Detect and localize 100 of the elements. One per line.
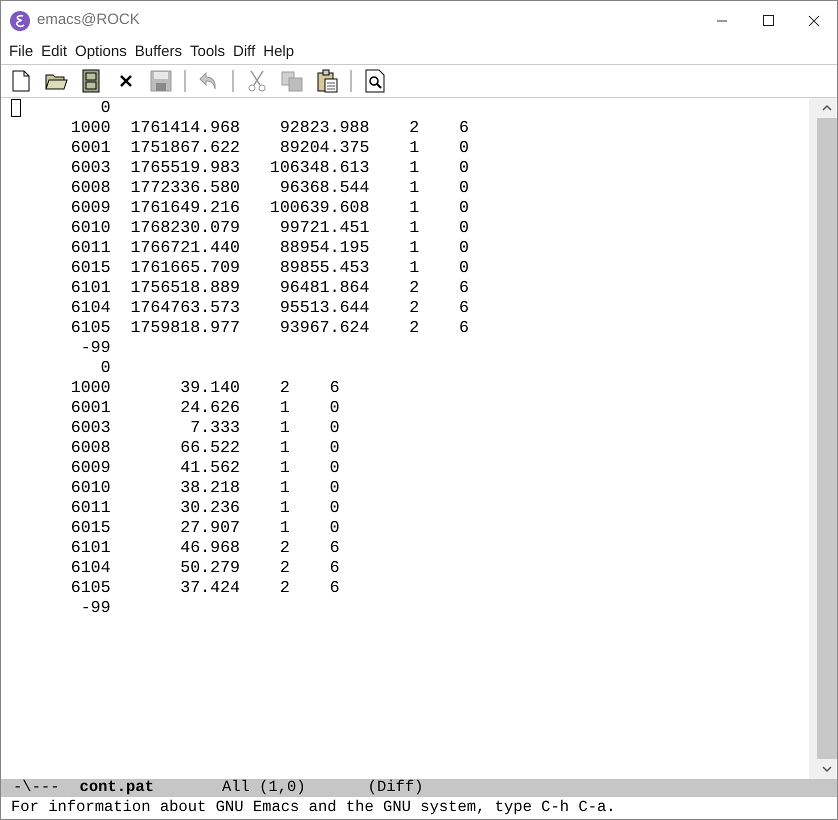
data-value: 41.562 [180, 458, 240, 478]
data-value: 2 [409, 118, 420, 138]
data-value: 89204.375 [280, 138, 370, 158]
echo-area-message: For information about GNU Emacs and the GNU system, type C-h C-a. [11, 797, 616, 818]
data-value: 2 [280, 578, 290, 598]
data-value: 37.424 [180, 578, 240, 598]
buffer-position: All (1,0) [222, 777, 306, 798]
data-value: 2 [280, 558, 290, 578]
data-value: 1772336.580 [130, 178, 240, 198]
scrollbar-thumb[interactable] [817, 118, 837, 759]
buffer-name: cont.pat [80, 777, 154, 798]
data-value: 1766721.440 [130, 238, 240, 258]
data-value: 1 [409, 158, 420, 178]
menu-item[interactable]: File [5, 40, 38, 64]
data-value: 6104 [70, 298, 111, 318]
window-title: emacs@ROCK [37, 10, 140, 30]
data-value: 0 [459, 178, 470, 198]
data-value: 0 [330, 418, 340, 438]
data-value: 1 [409, 178, 420, 198]
data-value: 1759818.977 [130, 318, 240, 338]
data-value: 1 [409, 258, 420, 278]
data-value: 6105 [70, 318, 111, 338]
data-value: -99 [80, 598, 111, 618]
data-value: 0 [100, 98, 111, 118]
data-value: 46.968 [180, 538, 240, 558]
data-value: 2 [409, 278, 420, 298]
text-cursor [11, 99, 21, 117]
data-value: 92823.988 [280, 118, 370, 138]
data-value: 2 [409, 318, 420, 338]
clipboard-icon[interactable] [315, 69, 339, 93]
data-value: 96481.864 [280, 278, 370, 298]
data-value: 0 [459, 158, 470, 178]
data-value: 6101 [70, 278, 111, 298]
data-value: 0 [330, 478, 340, 498]
data-value: 1 [280, 418, 290, 438]
data-value: 93967.624 [280, 318, 370, 338]
data-value: 1 [409, 238, 420, 258]
data-value: 0 [330, 458, 340, 478]
data-value: 6008 [70, 178, 111, 198]
data-value: 0 [330, 398, 340, 418]
data-value: 99721.451 [280, 218, 370, 238]
data-value: 1 [409, 218, 420, 238]
data-value: 95513.644 [280, 298, 370, 318]
data-value: 1 [280, 398, 290, 418]
data-value: 6 [330, 378, 340, 398]
menu-item[interactable]: Buffers [130, 40, 186, 64]
data-value: 0 [330, 498, 340, 518]
data-value: 6 [330, 558, 340, 578]
menu-item[interactable]: Diff [229, 40, 260, 64]
data-value: 2 [280, 378, 290, 398]
data-value: 24.626 [180, 398, 240, 418]
data-value: 6 [330, 578, 340, 598]
data-value: 6011 [70, 238, 111, 258]
menu-item[interactable]: Options [71, 40, 131, 64]
data-value: 0 [330, 438, 340, 458]
data-value: 1 [280, 498, 290, 518]
data-value: 1768230.079 [130, 218, 240, 238]
data-value: 1 [280, 518, 290, 538]
data-value: 1 [280, 478, 290, 498]
data-value: 6001 [70, 398, 111, 418]
menu-item[interactable]: Edit [37, 40, 72, 64]
data-value: 38.218 [180, 478, 240, 498]
data-value: 39.140 [180, 378, 240, 398]
data-value: 106348.613 [270, 158, 370, 178]
data-value: 1761649.216 [130, 198, 240, 218]
data-value: 6015 [70, 518, 111, 538]
app-logo-icon [10, 10, 30, 30]
menu-item[interactable]: Tools [186, 40, 230, 64]
data-value: 6104 [70, 558, 111, 578]
data-value: 6105 [70, 578, 111, 598]
data-value: 0 [459, 218, 470, 238]
data-value: 0 [459, 258, 470, 278]
data-value: 0 [459, 198, 470, 218]
data-value: 1000 [70, 378, 111, 398]
data-value: 0 [459, 138, 470, 158]
data-value: 6 [459, 278, 470, 298]
data-value: 1 [409, 198, 420, 218]
data-value: 6009 [70, 198, 111, 218]
data-value: 6009 [70, 458, 111, 478]
data-value: 27.907 [180, 518, 240, 538]
data-value: 6003 [70, 418, 111, 438]
menu-item[interactable]: Help [259, 40, 298, 64]
data-value: 1751867.622 [130, 138, 240, 158]
data-value: 1 [280, 438, 290, 458]
data-value: 6010 [70, 478, 111, 498]
data-value: 1761414.968 [130, 118, 240, 138]
data-value: 1 [409, 138, 420, 158]
data-value: 0 [459, 238, 470, 258]
data-value: 1756518.889 [130, 278, 240, 298]
data-value: 6 [459, 298, 470, 318]
data-value: 6 [459, 318, 470, 338]
data-value: 66.522 [180, 438, 240, 458]
data-value: 7.333 [190, 418, 240, 438]
data-value: 6 [330, 538, 340, 558]
data-value: 30.236 [180, 498, 240, 518]
data-value: 6003 [70, 158, 111, 178]
search-icon[interactable] [363, 69, 387, 93]
data-value: 50.279 [180, 558, 240, 578]
data-value: 1764763.573 [130, 298, 240, 318]
data-value: 88954.195 [280, 238, 370, 258]
